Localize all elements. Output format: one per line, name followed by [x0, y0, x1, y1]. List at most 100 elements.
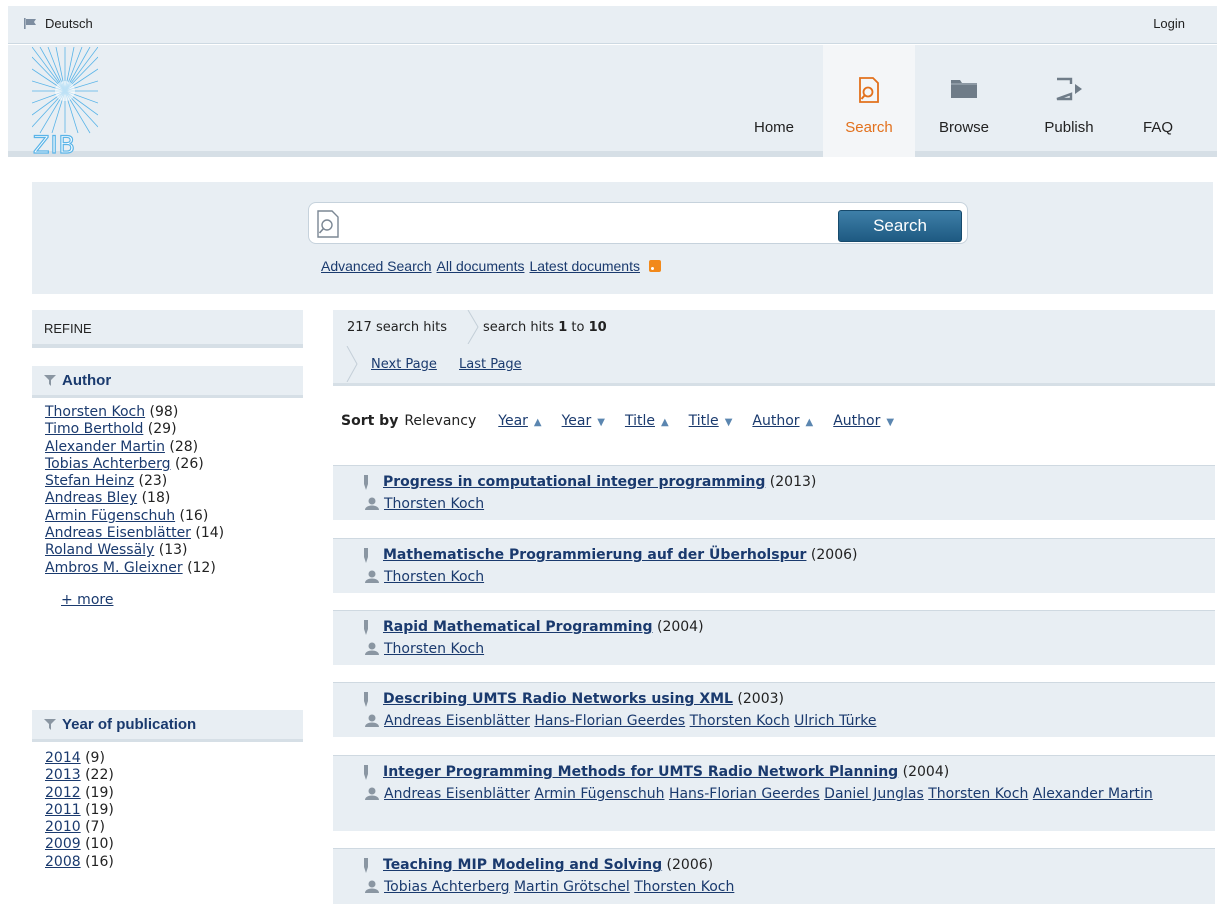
facet-item: 2011 (19): [45, 802, 290, 819]
author-link[interactable]: Daniel Junglas: [824, 786, 924, 802]
facet-count: (9): [85, 750, 105, 766]
facet-link[interactable]: 2010: [45, 819, 81, 835]
result-title-link[interactable]: Teaching MIP Modeling and Solving: [383, 857, 662, 873]
flag-icon: [24, 18, 36, 29]
person-icon: [365, 570, 379, 583]
paging-bar: 217 search hits search hits 1 to 10 Next…: [333, 310, 1215, 386]
result-title-link[interactable]: Progress in computational integer progra…: [383, 474, 765, 490]
range-to: 10: [588, 320, 607, 335]
facet-link[interactable]: 2012: [45, 785, 81, 801]
author-link[interactable]: Thorsten Koch: [928, 786, 1028, 802]
sort-author-desc[interactable]: Author ▼: [833, 413, 894, 429]
facet-item: Ambros M. Gleixner (12): [45, 560, 290, 577]
last-page-link[interactable]: Last Page: [459, 357, 522, 372]
facet-count: (98): [149, 404, 179, 420]
facet-link[interactable]: Tobias Achterberg: [45, 456, 171, 472]
result-title-line: Mathematische Programmierung auf der Übe…: [383, 547, 857, 563]
result-authors: Thorsten Koch: [384, 569, 484, 586]
rss-icon[interactable]: [648, 260, 661, 272]
person-icon: [365, 880, 379, 893]
folder-icon: [951, 80, 977, 98]
search-doc-icon: [317, 210, 339, 238]
result-item: Mathematische Programmierung auf der Übe…: [333, 538, 1215, 593]
facet-link[interactable]: 2014: [45, 750, 81, 766]
pen-icon: [364, 858, 368, 873]
result-year: (2004): [657, 619, 704, 635]
result-title-link[interactable]: Mathematische Programmierung auf der Übe…: [383, 547, 806, 563]
facet-link[interactable]: Andreas Eisenblätter: [45, 525, 191, 541]
person-icon: [365, 642, 379, 655]
sort-year-desc[interactable]: Year ▼: [562, 413, 605, 429]
nav-faq[interactable]: FAQ: [1118, 45, 1198, 157]
pen-icon: [364, 548, 368, 563]
result-title-link[interactable]: Integer Programming Methods for UMTS Rad…: [383, 764, 898, 780]
more-authors-link[interactable]: + more: [61, 592, 290, 608]
author-link[interactable]: Thorsten Koch: [384, 641, 484, 657]
facet-item: Alexander Martin (28): [45, 439, 290, 456]
all-documents-link[interactable]: All documents: [437, 258, 525, 274]
next-page-link[interactable]: Next Page: [371, 357, 437, 372]
facet-link[interactable]: Timo Berthold: [45, 421, 143, 437]
facet-link[interactable]: 2008: [45, 854, 81, 870]
facet-count: (10): [85, 836, 114, 853]
result-year: (2003): [737, 691, 784, 707]
author-link[interactable]: Thorsten Koch: [634, 879, 734, 895]
author-link[interactable]: Andreas Eisenblätter: [384, 786, 530, 802]
facet-item: Andreas Eisenblätter (14): [45, 525, 290, 542]
person-icon: [365, 787, 379, 800]
facet-link[interactable]: 2009: [45, 836, 81, 852]
author-link[interactable]: Thorsten Koch: [384, 496, 484, 512]
facet-link[interactable]: Armin Fügenschuh: [45, 508, 175, 524]
author-link[interactable]: Armin Fügenschuh: [534, 786, 664, 802]
facet-link[interactable]: Ambros M. Gleixner: [45, 560, 183, 576]
facet-link[interactable]: Thorsten Koch: [45, 404, 145, 420]
language-switch[interactable]: Deutsch: [24, 16, 93, 31]
facet-link[interactable]: Andreas Bley: [45, 490, 137, 506]
sort-option-label: Year: [498, 413, 528, 429]
author-facet: Author Thorsten Koch (98) Timo Berthold …: [32, 366, 303, 608]
latest-documents-link[interactable]: Latest documents: [529, 258, 640, 274]
facet-link[interactable]: Stefan Heinz: [45, 473, 134, 489]
facet-link[interactable]: Alexander Martin: [45, 439, 165, 455]
result-title-line: Teaching MIP Modeling and Solving (2006): [383, 857, 713, 873]
author-link[interactable]: Hans-Florian Geerdes: [669, 786, 820, 802]
sort-title-desc[interactable]: Title ▼: [689, 413, 733, 429]
sort-down-icon: ▼: [724, 417, 733, 428]
nav-search[interactable]: Search: [823, 45, 915, 157]
facet-link[interactable]: 2013: [45, 767, 81, 783]
person-icon: [365, 497, 379, 510]
sort-title-asc[interactable]: Title ▲: [625, 413, 669, 429]
author-link[interactable]: Martin Grötschel: [514, 879, 630, 895]
sort-author-asc[interactable]: Author ▲: [752, 413, 813, 429]
advanced-search-link[interactable]: Advanced Search: [321, 258, 432, 274]
sort-label: Sort by: [341, 413, 399, 429]
author-link[interactable]: Hans-Florian Geerdes: [534, 713, 685, 729]
nav-browse[interactable]: Browse: [918, 45, 1010, 157]
result-item: Integer Programming Methods for UMTS Rad…: [333, 755, 1215, 831]
filter-icon: [44, 375, 56, 386]
language-label: Deutsch: [45, 16, 93, 31]
zib-logo[interactable]: ZIB: [32, 47, 98, 155]
result-title-line: Integer Programming Methods for UMTS Rad…: [383, 764, 949, 780]
author-link[interactable]: Thorsten Koch: [690, 713, 790, 729]
facet-item: Tobias Achterberg (26): [45, 456, 290, 473]
result-title-link[interactable]: Rapid Mathematical Programming: [383, 619, 653, 635]
author-link[interactable]: Tobias Achterberg: [384, 879, 510, 895]
search-button[interactable]: Search: [838, 210, 962, 242]
sort-year-asc[interactable]: Year ▲: [498, 413, 541, 429]
nav-publish[interactable]: Publish: [1023, 45, 1115, 157]
result-title-link[interactable]: Describing UMTS Radio Networks using XML: [383, 691, 733, 707]
year-facet-heading[interactable]: Year of publication: [32, 710, 303, 742]
author-facet-heading[interactable]: Author: [32, 366, 303, 398]
year-facet: Year of publication 2014 (9) 2013 (22) 2…: [32, 710, 303, 872]
author-link[interactable]: Alexander Martin: [1033, 786, 1153, 802]
nav-publish-label: Publish: [1044, 119, 1094, 136]
range-from: 1: [558, 320, 568, 335]
author-link[interactable]: Andreas Eisenblätter: [384, 713, 530, 729]
facet-link[interactable]: 2011: [45, 802, 81, 818]
login-link[interactable]: Login: [1153, 16, 1185, 31]
author-link[interactable]: Thorsten Koch: [384, 569, 484, 585]
facet-link[interactable]: Roland Wessäly: [45, 542, 154, 558]
nav-home[interactable]: Home: [728, 45, 820, 157]
author-link[interactable]: Ulrich Türke: [794, 713, 876, 729]
